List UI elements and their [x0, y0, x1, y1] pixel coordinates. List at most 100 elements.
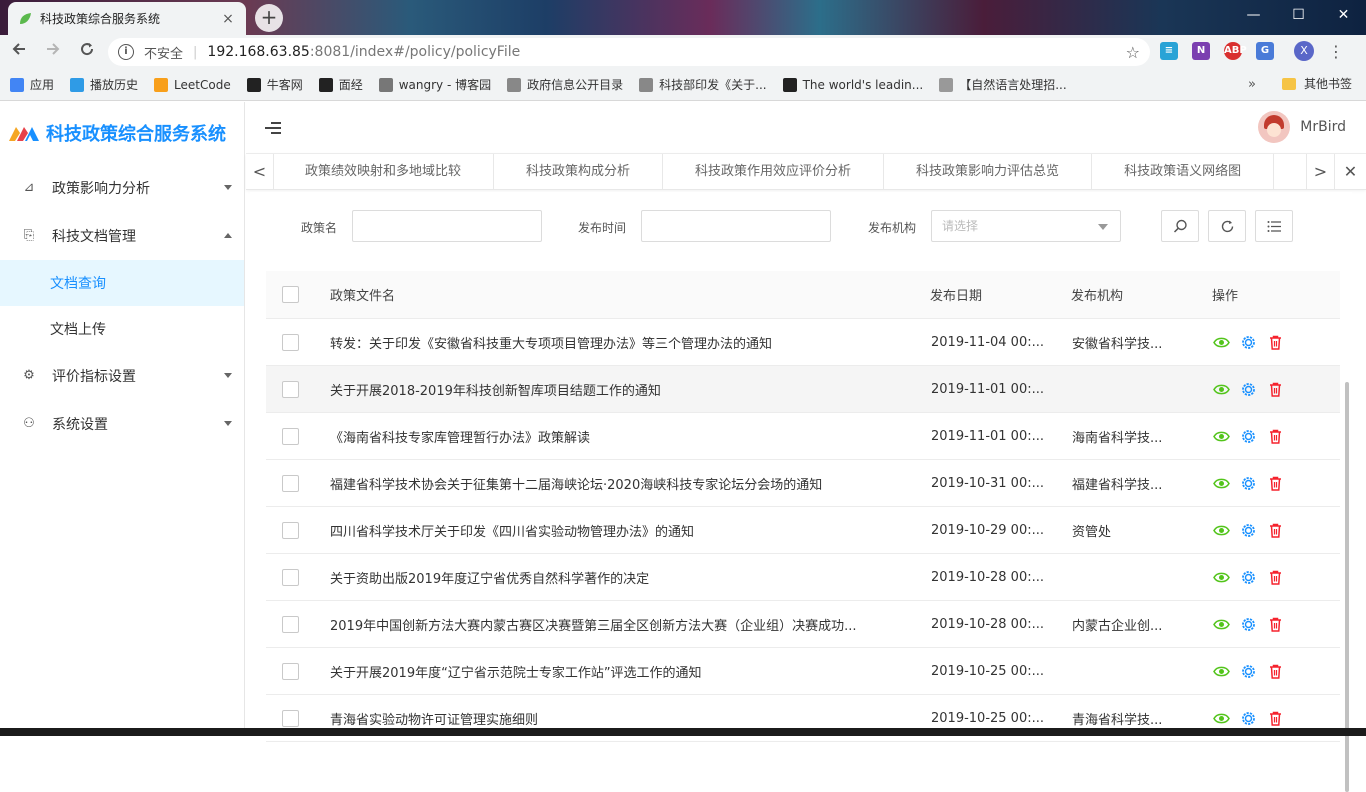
sidebar-item[interactable]: ⚇ 系统设置 — [0, 400, 244, 448]
sidebar-subitem[interactable]: 文档上传 — [0, 306, 244, 352]
settings-gear-icon[interactable] — [1240, 334, 1257, 351]
table-row[interactable]: 四川省科学技术厅关于印发《四川省实验动物管理办法》的通知 2019-10-29 0… — [266, 507, 1340, 554]
settings-gear-icon[interactable] — [1240, 475, 1257, 492]
table-row[interactable]: 转发：关于印发《安徽省科技重大专项项目管理办法》等三个管理办法的通知 2019-1… — [266, 319, 1340, 366]
bookmark-star-icon[interactable]: ☆ — [1126, 43, 1140, 62]
url-text[interactable]: 192.168.63.85:8081/index#/policy/policyF… — [207, 44, 520, 60]
view-eye-icon[interactable] — [1213, 710, 1230, 727]
extension-onenote-icon[interactable]: N — [1192, 42, 1210, 60]
bookmark-item[interactable]: 科技部印发《关于... — [639, 76, 767, 93]
table-row[interactable]: 2019年中国创新方法大赛内蒙古赛区决赛暨第三届全区创新方法大赛（企业组）决赛成… — [266, 601, 1340, 648]
policy-name-cell[interactable]: 四川省科学技术厅关于印发《四川省实验动物管理办法》的通知 — [330, 507, 910, 553]
delete-trash-icon[interactable] — [1267, 381, 1284, 398]
extension-google-translate-icon[interactable]: G — [1256, 42, 1274, 60]
row-checkbox[interactable] — [282, 380, 299, 398]
settings-gear-icon[interactable] — [1240, 428, 1257, 445]
tabs-close-icon[interactable]: ✕ — [1334, 154, 1366, 190]
menu-toggle-icon[interactable] — [265, 119, 281, 137]
policy-name-cell[interactable]: 《海南省科技专家库管理暂行办法》政策解读 — [330, 413, 910, 459]
reload-button[interactable] — [72, 37, 102, 67]
new-tab-button[interactable]: + — [255, 4, 283, 32]
page-tab[interactable]: 科技政策构成分析 — [494, 154, 664, 190]
page-tab[interactable]: 科技政策影响力评估总览 — [884, 154, 1093, 190]
delete-trash-icon[interactable] — [1267, 475, 1284, 492]
user-name[interactable]: MrBird — [1300, 119, 1346, 135]
bookmark-item[interactable]: 播放历史 — [70, 76, 138, 93]
settings-gear-icon[interactable] — [1240, 381, 1257, 398]
page-tab[interactable]: 政策绩效映射和多地域比较 — [274, 154, 495, 190]
tabs-scroll-right-icon[interactable]: > — [1306, 154, 1334, 190]
header-date[interactable]: 发布日期 — [930, 271, 982, 318]
delete-trash-icon[interactable] — [1267, 428, 1284, 445]
row-checkbox[interactable] — [282, 709, 299, 727]
table-row[interactable]: 关于开展2019年度“辽宁省示范院士专家工作站”评选工作的通知 2019-10-2… — [266, 648, 1340, 695]
row-checkbox[interactable] — [282, 568, 299, 586]
table-row[interactable]: 《海南省科技专家库管理暂行办法》政策解读 2019-11-01 00:... 海南省… — [266, 413, 1340, 460]
reset-button[interactable] — [1208, 210, 1246, 242]
close-window-button[interactable]: ✕ — [1321, 0, 1366, 30]
user-menu[interactable]: MrBird — [1258, 111, 1346, 143]
delete-trash-icon[interactable] — [1267, 616, 1284, 633]
delete-trash-icon[interactable] — [1267, 334, 1284, 351]
more-bookmarks-icon[interactable]: » — [1248, 77, 1256, 92]
view-eye-icon[interactable] — [1213, 569, 1230, 586]
other-bookmarks[interactable]: 其他书签 — [1281, 75, 1352, 92]
header-agency[interactable]: 发布机构 — [1071, 271, 1123, 318]
tabs-scroll-left-icon[interactable]: < — [246, 153, 274, 190]
table-row[interactable]: 关于开展2018-2019年科技创新智库项目结题工作的通知 2019-11-01 … — [266, 366, 1340, 413]
app-logo[interactable]: 科技政策综合服务系统 — [0, 102, 244, 164]
view-eye-icon[interactable] — [1213, 475, 1230, 492]
view-eye-icon[interactable] — [1213, 334, 1230, 351]
bookmark-item[interactable]: 面经 — [318, 76, 363, 93]
settings-gear-icon[interactable] — [1240, 663, 1257, 680]
row-checkbox[interactable] — [282, 474, 299, 492]
table-row[interactable]: 福建省科学技术协会关于征集第十二届海峡论坛·2020海峡科技专家论坛分会场的通知… — [266, 460, 1340, 507]
address-bar[interactable]: i 不安全 | 192.168.63.85:8081/index#/policy… — [108, 38, 1150, 66]
browser-tab[interactable]: 科技政策综合服务系统 × — [8, 2, 246, 35]
sidebar-subitem[interactable]: 文档查询 — [0, 260, 244, 306]
extension-adblock-icon[interactable]: ABP — [1224, 42, 1247, 60]
settings-gear-icon[interactable] — [1240, 569, 1257, 586]
delete-trash-icon[interactable] — [1267, 522, 1284, 539]
bookmark-item[interactable]: LeetCode — [154, 77, 231, 92]
row-checkbox[interactable] — [282, 427, 299, 445]
browser-menu-icon[interactable]: ⋮ — [1328, 42, 1344, 61]
policy-name-input[interactable] — [352, 210, 542, 242]
delete-trash-icon[interactable] — [1267, 569, 1284, 586]
select-all-checkbox[interactable] — [282, 286, 299, 303]
tab-close-icon[interactable]: × — [220, 11, 236, 27]
search-button[interactable] — [1161, 210, 1199, 242]
profile-avatar[interactable]: X — [1294, 41, 1314, 61]
bookmark-item[interactable]: wangry - 博客园 — [378, 76, 491, 93]
settings-gear-icon[interactable] — [1240, 522, 1257, 539]
delete-trash-icon[interactable] — [1267, 663, 1284, 680]
policy-name-cell[interactable]: 关于开展2018-2019年科技创新智库项目结题工作的通知 — [330, 366, 910, 412]
column-settings-button[interactable] — [1255, 210, 1293, 242]
publish-time-input[interactable] — [641, 210, 831, 242]
row-checkbox[interactable] — [282, 521, 299, 539]
info-icon[interactable]: i — [118, 44, 134, 60]
settings-gear-icon[interactable] — [1240, 616, 1257, 633]
maximize-button[interactable]: ☐ — [1276, 0, 1321, 30]
view-eye-icon[interactable] — [1213, 428, 1230, 445]
sidebar-item[interactable]: ⊿ 政策影响力分析 — [0, 164, 244, 212]
bookmark-item[interactable]: 应用 — [10, 76, 54, 93]
policy-name-cell[interactable]: 关于资助出版2019年度辽宁省优秀自然科学著作的决定 — [330, 554, 910, 600]
policy-name-cell[interactable]: 转发：关于印发《安徽省科技重大专项项目管理办法》等三个管理办法的通知 — [330, 319, 910, 365]
bookmark-item[interactable]: 牛客网 — [246, 76, 303, 93]
bookmark-item[interactable]: The world's leadin... — [782, 77, 923, 92]
forward-button[interactable] — [38, 37, 68, 67]
view-eye-icon[interactable] — [1213, 663, 1230, 680]
bookmark-item[interactable]: 【自然语言处理招... — [939, 76, 1067, 93]
view-eye-icon[interactable] — [1213, 381, 1230, 398]
extension-translate-icon[interactable]: ≡ — [1160, 42, 1178, 60]
agency-select[interactable]: 请选择 — [931, 210, 1121, 242]
avatar[interactable] — [1258, 111, 1291, 143]
sidebar-item[interactable]: ⚙ 评价指标设置 — [0, 352, 244, 400]
view-eye-icon[interactable] — [1213, 522, 1230, 539]
row-checkbox[interactable] — [282, 662, 299, 680]
table-row[interactable]: 关于资助出版2019年度辽宁省优秀自然科学著作的决定 2019-10-28 00:… — [266, 554, 1340, 601]
settings-gear-icon[interactable] — [1240, 710, 1257, 727]
delete-trash-icon[interactable] — [1267, 710, 1284, 727]
row-checkbox[interactable] — [282, 615, 299, 633]
